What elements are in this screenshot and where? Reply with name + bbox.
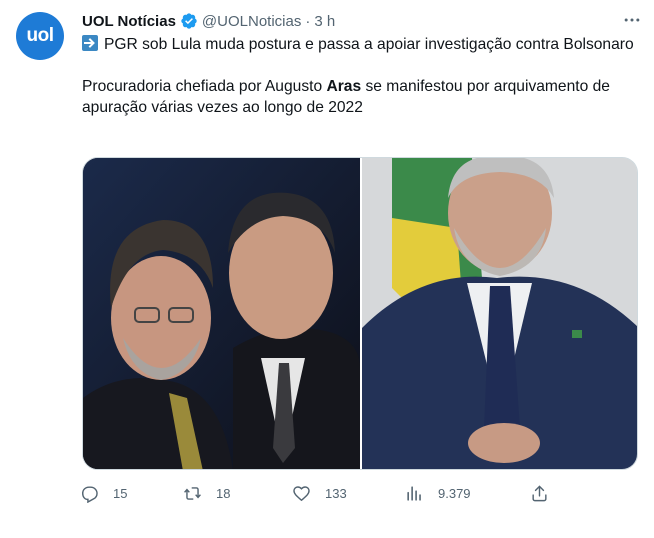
share-button[interactable] (530, 484, 549, 503)
separator-dot: · (305, 12, 311, 30)
reply-count: 15 (113, 486, 128, 501)
views-count: 9.379 (438, 486, 471, 501)
author-name[interactable]: UOL Notícias (82, 13, 176, 30)
tweet-headline: PGR sob Lula muda postura e passa a apoi… (82, 34, 642, 55)
retweet-count: 18 (216, 486, 231, 501)
share-icon (532, 485, 547, 502)
tweet-line-2-before: Procuradoria chefiada por Augusto (82, 78, 327, 95)
tweet-line-2-bold[interactable]: Aras (326, 78, 361, 95)
tweet-body: Procuradoria chefiada por Augusto Aras s… (82, 76, 642, 118)
tweet-header: UOL Notícias @UOLNoticias · 3 h (82, 10, 638, 32)
reply-button[interactable]: 15 (80, 484, 127, 503)
avatar[interactable]: uol (16, 12, 64, 60)
photo-aras-bolsonaro[interactable] (83, 158, 360, 469)
retweet-button[interactable]: 18 (183, 484, 230, 503)
author-handle[interactable]: @UOLNoticias (202, 13, 301, 30)
like-count: 133 (325, 486, 347, 501)
photo-lula[interactable] (362, 158, 637, 469)
views-button[interactable]: 9.379 (405, 484, 471, 503)
verified-badge-icon (180, 12, 198, 30)
tweet-media[interactable] (82, 157, 638, 470)
tweet-text: PGR sob Lula muda postura e passa a apoi… (82, 34, 642, 118)
like-button[interactable]: 133 (292, 484, 347, 503)
heart-icon (293, 486, 310, 502)
views-chart-icon (407, 486, 421, 501)
timestamp[interactable]: 3 h (314, 13, 335, 30)
reply-icon (81, 486, 98, 503)
action-bar: 15 18 133 9.379 (80, 484, 560, 508)
tweet-line-1: PGR sob Lula muda postura e passa a apoi… (104, 36, 634, 53)
arrow-right-icon (82, 35, 98, 51)
more-options-icon[interactable] (620, 8, 644, 32)
retweet-icon (184, 487, 201, 500)
avatar-logo-text: uol (26, 25, 55, 46)
